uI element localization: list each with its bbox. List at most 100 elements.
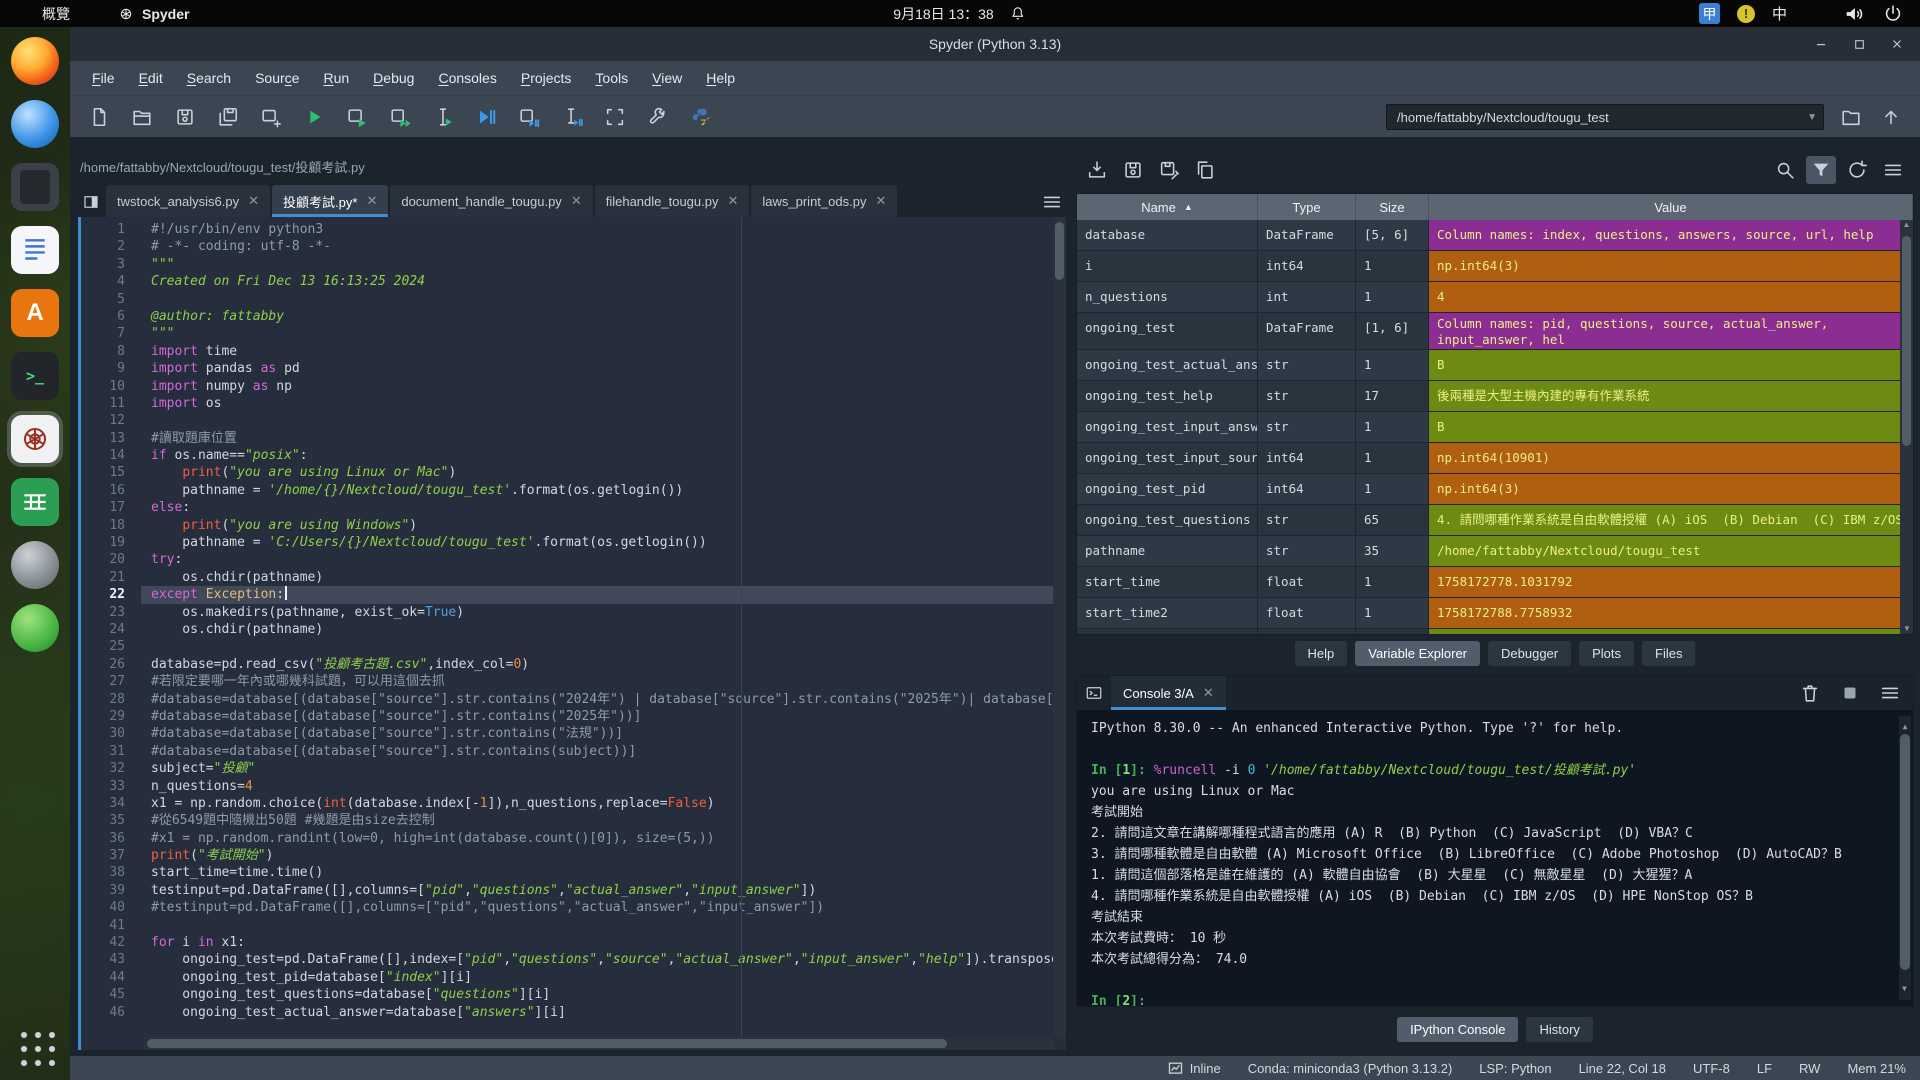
spyder-icon[interactable] xyxy=(11,415,59,463)
appcenter-icon[interactable]: A xyxy=(11,289,59,337)
greenapp-icon[interactable] xyxy=(11,604,59,652)
python-path-button[interactable] xyxy=(686,102,716,132)
console-bottom-tab-ipython-console[interactable]: IPython Console xyxy=(1397,1017,1518,1042)
open-file-button[interactable] xyxy=(127,102,157,132)
column-header-name[interactable]: Name▲ xyxy=(1077,194,1258,220)
console-tab[interactable]: Console 3/A ✕ xyxy=(1111,676,1226,710)
pane-tab-variable-explorer[interactable]: Variable Explorer xyxy=(1355,641,1480,666)
scrollbar-thumb[interactable] xyxy=(147,1039,947,1048)
save-file-button[interactable] xyxy=(170,102,200,132)
save-all-button[interactable] xyxy=(213,102,243,132)
menu-projects[interactable]: Projects xyxy=(509,65,584,91)
debug-cell-button[interactable] xyxy=(514,102,544,132)
input-method-indicator[interactable]: 中 xyxy=(1772,3,1787,24)
variable-row[interactable]: ongoing_test_helpstr17後兩種是大型主機內建的專有作業系統 xyxy=(1077,381,1913,412)
editor-tab[interactable]: 投顧考試.py*✕ xyxy=(272,185,388,217)
close-icon[interactable]: ✕ xyxy=(366,193,377,209)
new-file-button[interactable] xyxy=(84,102,114,132)
editor-horizontal-scrollbar[interactable] xyxy=(144,1037,1053,1050)
maximize-button[interactable] xyxy=(1848,33,1870,55)
calc-icon[interactable] xyxy=(11,478,59,526)
menu-run[interactable]: Run xyxy=(311,65,361,91)
status-mem-21-[interactable]: Mem 21% xyxy=(1847,1061,1906,1076)
editor-tab[interactable]: document_handle_tougu.py✕ xyxy=(390,185,592,217)
variable-row[interactable]: start_timefloat11758172778.1031792 xyxy=(1077,567,1913,598)
column-header-size[interactable]: Size xyxy=(1356,194,1429,220)
working-directory-combobox[interactable]: /home/fattabby/Nextcloud/tougu_test ▼ xyxy=(1386,104,1824,130)
save-data-icon[interactable] xyxy=(1118,156,1148,184)
up-directory-button[interactable] xyxy=(1876,102,1906,132)
browser-icon[interactable] xyxy=(11,100,59,148)
clock[interactable]: 9月18日 13：38 xyxy=(893,4,993,24)
new-cell-button[interactable] xyxy=(256,102,286,132)
menu-debug[interactable]: Debug xyxy=(361,65,426,91)
editor-tab[interactable]: laws_print_ods.py✕ xyxy=(751,185,897,217)
close-icon[interactable]: ✕ xyxy=(1203,685,1214,701)
menu-file[interactable]: File xyxy=(80,65,127,91)
options-menu-icon[interactable] xyxy=(1878,156,1908,184)
menu-source[interactable]: Source xyxy=(243,65,311,91)
browse-tabs-icon[interactable] xyxy=(78,187,104,217)
ime-badge-icon[interactable]: 甲 xyxy=(1699,3,1720,24)
focused-app-menu[interactable]: Spyder xyxy=(118,6,189,22)
scrollbar-thumb[interactable] xyxy=(1902,236,1911,446)
status-line-22-col-18[interactable]: Line 22, Col 18 xyxy=(1579,1061,1666,1076)
variable-row[interactable]: n_questionsint14 xyxy=(1077,282,1913,313)
run-cell-button[interactable] xyxy=(342,102,372,132)
status-inline[interactable]: Inline xyxy=(1167,1060,1221,1077)
menu-view[interactable]: View xyxy=(640,65,694,91)
run-file-button[interactable] xyxy=(299,102,329,132)
close-icon[interactable]: ✕ xyxy=(571,193,582,209)
status-lsp-python[interactable]: LSP: Python xyxy=(1479,1061,1551,1076)
menu-search[interactable]: Search xyxy=(175,65,243,91)
status-conda-miniconda3-python-3-13-2-[interactable]: Conda: miniconda3 (Python 3.13.2) xyxy=(1248,1061,1453,1076)
variable-row[interactable]: ongoing_test_actual_answerstr1B xyxy=(1077,350,1913,381)
debug-selection-button[interactable] xyxy=(557,102,587,132)
pane-tab-files[interactable]: Files xyxy=(1642,641,1695,666)
menu-tools[interactable]: Tools xyxy=(583,65,640,91)
scrollbar-thumb[interactable] xyxy=(1055,222,1064,280)
variable-row[interactable]: ongoing_test_pidint641np.int64(3) xyxy=(1077,474,1913,505)
run-cell-advance-button[interactable] xyxy=(385,102,415,132)
editor-tab[interactable]: filehandle_tougu.py✕ xyxy=(595,185,750,217)
filter-icon[interactable] xyxy=(1806,156,1836,184)
column-header-type[interactable]: Type xyxy=(1258,194,1356,220)
maximize-pane-button[interactable] xyxy=(600,102,630,132)
settings-icon[interactable] xyxy=(11,541,59,589)
status-rw[interactable]: RW xyxy=(1799,1061,1820,1076)
show-apps-icon[interactable] xyxy=(15,1026,55,1066)
tablet-icon[interactable] xyxy=(11,163,59,211)
code-editor[interactable]: 1234567891011121314151617181920212223242… xyxy=(78,217,1066,1050)
writer-icon[interactable] xyxy=(11,226,59,274)
volume-icon[interactable] xyxy=(1843,3,1865,25)
pane-tab-plots[interactable]: Plots xyxy=(1579,641,1634,666)
editor-options-icon[interactable] xyxy=(1038,187,1066,217)
column-header-value[interactable]: Value xyxy=(1429,194,1913,220)
close-icon[interactable]: ✕ xyxy=(727,193,738,209)
pane-tab-debugger[interactable]: Debugger xyxy=(1488,641,1571,666)
console-vertical-scrollbar[interactable]: ▲▼ xyxy=(1899,716,1911,1000)
network-icon[interactable] xyxy=(1804,3,1826,25)
status-lf[interactable]: LF xyxy=(1757,1061,1772,1076)
editor-tab[interactable]: twstock_analysis6.py✕ xyxy=(106,185,270,217)
scrollbar-thumb[interactable] xyxy=(1900,734,1910,970)
variable-row[interactable]: start_time2float11758172788.7758932 xyxy=(1077,598,1913,629)
window-titlebar[interactable]: Spyder (Python 3.13) xyxy=(70,27,1920,61)
console-bottom-tab-history[interactable]: History xyxy=(1526,1017,1592,1042)
variable-row[interactable]: databaseDataFrame[5, 6]Column names: ind… xyxy=(1077,220,1913,251)
search-icon[interactable] xyxy=(1770,156,1800,184)
open-directory-button[interactable] xyxy=(1836,102,1866,132)
terminal-icon[interactable]: >_ xyxy=(11,352,59,400)
refresh-icon[interactable] xyxy=(1842,156,1872,184)
close-icon[interactable]: ✕ xyxy=(875,193,886,209)
menu-consoles[interactable]: Consoles xyxy=(426,65,508,91)
options-menu-icon[interactable] xyxy=(1875,679,1905,707)
editor-vertical-scrollbar[interactable] xyxy=(1053,217,1066,1037)
variable-row[interactable]: subjectstr2投顧 xyxy=(1077,629,1913,635)
preferences-button[interactable] xyxy=(643,102,673,132)
interrupt-kernel-icon[interactable] xyxy=(1835,679,1865,707)
import-data-icon[interactable] xyxy=(1082,156,1112,184)
warning-badge-icon[interactable]: ! xyxy=(1737,5,1755,23)
menu-edit[interactable]: Edit xyxy=(127,65,175,91)
variable-row[interactable]: ongoing_test_input_answerstr1B xyxy=(1077,412,1913,443)
